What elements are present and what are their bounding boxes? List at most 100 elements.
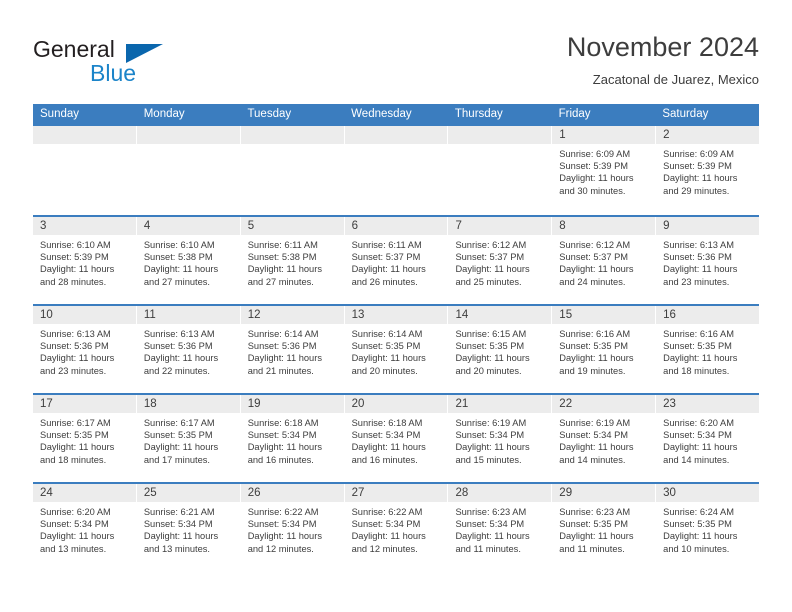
day-details: Sunrise: 6:16 AM Sunset: 5:35 PM Dayligh… xyxy=(656,324,759,377)
sunrise-text: Sunrise: 6:23 AM xyxy=(455,507,527,517)
day-cell[interactable]: 23 Sunrise: 6:20 AM Sunset: 5:34 PM Dayl… xyxy=(656,395,760,482)
day-details: Sunrise: 6:10 AM Sunset: 5:39 PM Dayligh… xyxy=(33,235,136,288)
sunrise-text: Sunrise: 6:17 AM xyxy=(143,418,215,428)
day-cell[interactable]: 27 Sunrise: 6:22 AM Sunset: 5:34 PM Dayl… xyxy=(344,484,449,571)
week-row: 1 Sunrise: 6:09 AM Sunset: 5:39 PM Dayli… xyxy=(33,126,760,215)
day-details: Sunrise: 6:22 AM Sunset: 5:34 PM Dayligh… xyxy=(241,502,344,555)
weekday-header-wednesday: Wednesday xyxy=(351,108,412,120)
daylight-text: Daylight: 11 hours and 17 minutes. xyxy=(143,442,219,465)
day-cell[interactable]: 17 Sunrise: 6:17 AM Sunset: 5:35 PM Dayl… xyxy=(33,395,137,482)
day-cell[interactable]: 30 Sunrise: 6:24 AM Sunset: 5:35 PM Dayl… xyxy=(656,484,760,571)
day-cell[interactable]: 13 Sunrise: 6:14 AM Sunset: 5:35 PM Dayl… xyxy=(344,306,449,393)
sunrise-text: Sunrise: 6:24 AM xyxy=(663,507,734,517)
sunset-text: Sunset: 5:34 PM xyxy=(40,519,109,530)
sunset-text: Sunset: 5:34 PM xyxy=(247,430,317,441)
day-cell[interactable]: 11 Sunrise: 6:13 AM Sunset: 5:36 PM Dayl… xyxy=(136,306,241,393)
day-cell[interactable] xyxy=(344,126,449,215)
daylight-text: Daylight: 11 hours and 22 minutes. xyxy=(143,353,219,376)
day-cell[interactable]: 2 Sunrise: 6:09 AM Sunset: 5:39 PM Dayli… xyxy=(656,126,760,215)
day-number xyxy=(448,126,552,144)
day-details: Sunrise: 6:19 AM Sunset: 5:34 PM Dayligh… xyxy=(448,413,551,466)
day-cell[interactable]: 14 Sunrise: 6:15 AM Sunset: 5:35 PM Dayl… xyxy=(448,306,553,393)
daylight-text: Daylight: 11 hours and 14 minutes. xyxy=(663,442,738,465)
day-number: 10 xyxy=(33,306,136,324)
day-cell[interactable]: 20 Sunrise: 6:18 AM Sunset: 5:34 PM Dayl… xyxy=(344,395,449,482)
daylight-text: Daylight: 11 hours and 23 minutes. xyxy=(663,264,738,287)
day-cell[interactable]: 5 Sunrise: 6:11 AM Sunset: 5:38 PM Dayli… xyxy=(240,217,345,304)
page-title: November 2024 xyxy=(566,32,759,62)
sunrise-text: Sunrise: 6:13 AM xyxy=(40,329,111,339)
sunrise-text: Sunrise: 6:16 AM xyxy=(559,329,631,339)
daylight-text: Daylight: 11 hours and 25 minutes. xyxy=(455,264,530,287)
day-number xyxy=(136,126,240,144)
day-cell[interactable]: 16 Sunrise: 6:16 AM Sunset: 5:35 PM Dayl… xyxy=(656,306,760,393)
week-row: 10 Sunrise: 6:13 AM Sunset: 5:36 PM Dayl… xyxy=(33,304,760,393)
day-cell[interactable]: 29 Sunrise: 6:23 AM Sunset: 5:35 PM Dayl… xyxy=(552,484,657,571)
day-number: 21 xyxy=(448,395,552,413)
sunrise-text: Sunrise: 6:20 AM xyxy=(40,507,111,517)
day-cell[interactable]: 10 Sunrise: 6:13 AM Sunset: 5:36 PM Dayl… xyxy=(33,306,137,393)
sunset-text: Sunset: 5:36 PM xyxy=(40,341,109,352)
sunset-text: Sunset: 5:37 PM xyxy=(455,252,525,263)
day-cell[interactable]: 25 Sunrise: 6:21 AM Sunset: 5:34 PM Dayl… xyxy=(136,484,241,571)
day-number xyxy=(240,126,344,144)
day-details: Sunrise: 6:09 AM Sunset: 5:39 PM Dayligh… xyxy=(656,144,759,197)
day-cell[interactable] xyxy=(448,126,553,215)
weekday-header-tuesday: Tuesday xyxy=(247,108,292,120)
day-cell[interactable]: 18 Sunrise: 6:17 AM Sunset: 5:35 PM Dayl… xyxy=(136,395,241,482)
day-cell[interactable]: 6 Sunrise: 6:11 AM Sunset: 5:37 PM Dayli… xyxy=(344,217,449,304)
sunset-text: Sunset: 5:34 PM xyxy=(559,430,629,441)
day-details: Sunrise: 6:15 AM Sunset: 5:35 PM Dayligh… xyxy=(448,324,551,377)
day-details: Sunrise: 6:22 AM Sunset: 5:34 PM Dayligh… xyxy=(345,502,448,555)
day-details: Sunrise: 6:11 AM Sunset: 5:37 PM Dayligh… xyxy=(345,235,448,288)
sunrise-text: Sunrise: 6:16 AM xyxy=(663,329,734,339)
sunset-text: Sunset: 5:35 PM xyxy=(351,341,421,352)
day-number: 13 xyxy=(344,306,448,324)
sunrise-text: Sunrise: 6:18 AM xyxy=(247,418,319,428)
day-cell[interactable]: 12 Sunrise: 6:14 AM Sunset: 5:36 PM Dayl… xyxy=(240,306,345,393)
sunrise-text: Sunrise: 6:12 AM xyxy=(559,240,631,250)
sunset-text: Sunset: 5:34 PM xyxy=(247,519,317,530)
daylight-text: Daylight: 11 hours and 27 minutes. xyxy=(247,264,322,287)
day-details: Sunrise: 6:18 AM Sunset: 5:34 PM Dayligh… xyxy=(241,413,344,466)
day-details: Sunrise: 6:11 AM Sunset: 5:38 PM Dayligh… xyxy=(241,235,344,288)
sunrise-text: Sunrise: 6:12 AM xyxy=(455,240,527,250)
sunrise-text: Sunrise: 6:11 AM xyxy=(351,240,422,250)
sunrise-text: Sunrise: 6:17 AM xyxy=(40,418,111,428)
weekday-header-friday: Friday xyxy=(558,108,591,120)
daylight-text: Daylight: 11 hours and 12 minutes. xyxy=(247,531,322,554)
day-cell[interactable] xyxy=(33,126,137,215)
daylight-text: Daylight: 11 hours and 16 minutes. xyxy=(247,442,322,465)
daylight-text: Daylight: 11 hours and 16 minutes. xyxy=(351,442,426,465)
day-cell[interactable] xyxy=(136,126,241,215)
day-cell[interactable]: 1 Sunrise: 6:09 AM Sunset: 5:39 PM Dayli… xyxy=(552,126,657,215)
sunrise-text: Sunrise: 6:22 AM xyxy=(351,507,423,517)
day-cell[interactable]: 22 Sunrise: 6:19 AM Sunset: 5:34 PM Dayl… xyxy=(552,395,657,482)
day-number: 2 xyxy=(656,126,760,144)
day-number: 12 xyxy=(240,306,344,324)
day-cell[interactable]: 21 Sunrise: 6:19 AM Sunset: 5:34 PM Dayl… xyxy=(448,395,553,482)
day-cell[interactable] xyxy=(240,126,345,215)
sunset-text: Sunset: 5:34 PM xyxy=(455,519,525,530)
day-number: 5 xyxy=(240,217,344,235)
daylight-text: Daylight: 11 hours and 11 minutes. xyxy=(455,531,530,554)
day-number: 23 xyxy=(656,395,760,413)
week-row: 24 Sunrise: 6:20 AM Sunset: 5:34 PM Dayl… xyxy=(33,482,760,571)
day-details: Sunrise: 6:14 AM Sunset: 5:36 PM Dayligh… xyxy=(241,324,344,377)
general-blue-logo[interactable]: General Blue xyxy=(33,36,253,88)
day-cell[interactable]: 19 Sunrise: 6:18 AM Sunset: 5:34 PM Dayl… xyxy=(240,395,345,482)
sunrise-text: Sunrise: 6:15 AM xyxy=(455,329,527,339)
day-cell[interactable]: 15 Sunrise: 6:16 AM Sunset: 5:35 PM Dayl… xyxy=(552,306,657,393)
day-cell[interactable]: 7 Sunrise: 6:12 AM Sunset: 5:37 PM Dayli… xyxy=(448,217,553,304)
daylight-text: Daylight: 11 hours and 29 minutes. xyxy=(663,173,738,196)
day-cell[interactable]: 9 Sunrise: 6:13 AM Sunset: 5:36 PM Dayli… xyxy=(656,217,760,304)
day-cell[interactable]: 24 Sunrise: 6:20 AM Sunset: 5:34 PM Dayl… xyxy=(33,484,137,571)
day-cell[interactable]: 26 Sunrise: 6:22 AM Sunset: 5:34 PM Dayl… xyxy=(240,484,345,571)
day-number: 29 xyxy=(552,484,656,502)
day-cell[interactable]: 28 Sunrise: 6:23 AM Sunset: 5:34 PM Dayl… xyxy=(448,484,553,571)
day-cell[interactable]: 4 Sunrise: 6:10 AM Sunset: 5:38 PM Dayli… xyxy=(136,217,241,304)
day-cell[interactable]: 3 Sunrise: 6:10 AM Sunset: 5:39 PM Dayli… xyxy=(33,217,137,304)
day-details: Sunrise: 6:17 AM Sunset: 5:35 PM Dayligh… xyxy=(137,413,240,466)
weekday-header-monday: Monday xyxy=(143,108,185,120)
day-cell[interactable]: 8 Sunrise: 6:12 AM Sunset: 5:37 PM Dayli… xyxy=(552,217,657,304)
